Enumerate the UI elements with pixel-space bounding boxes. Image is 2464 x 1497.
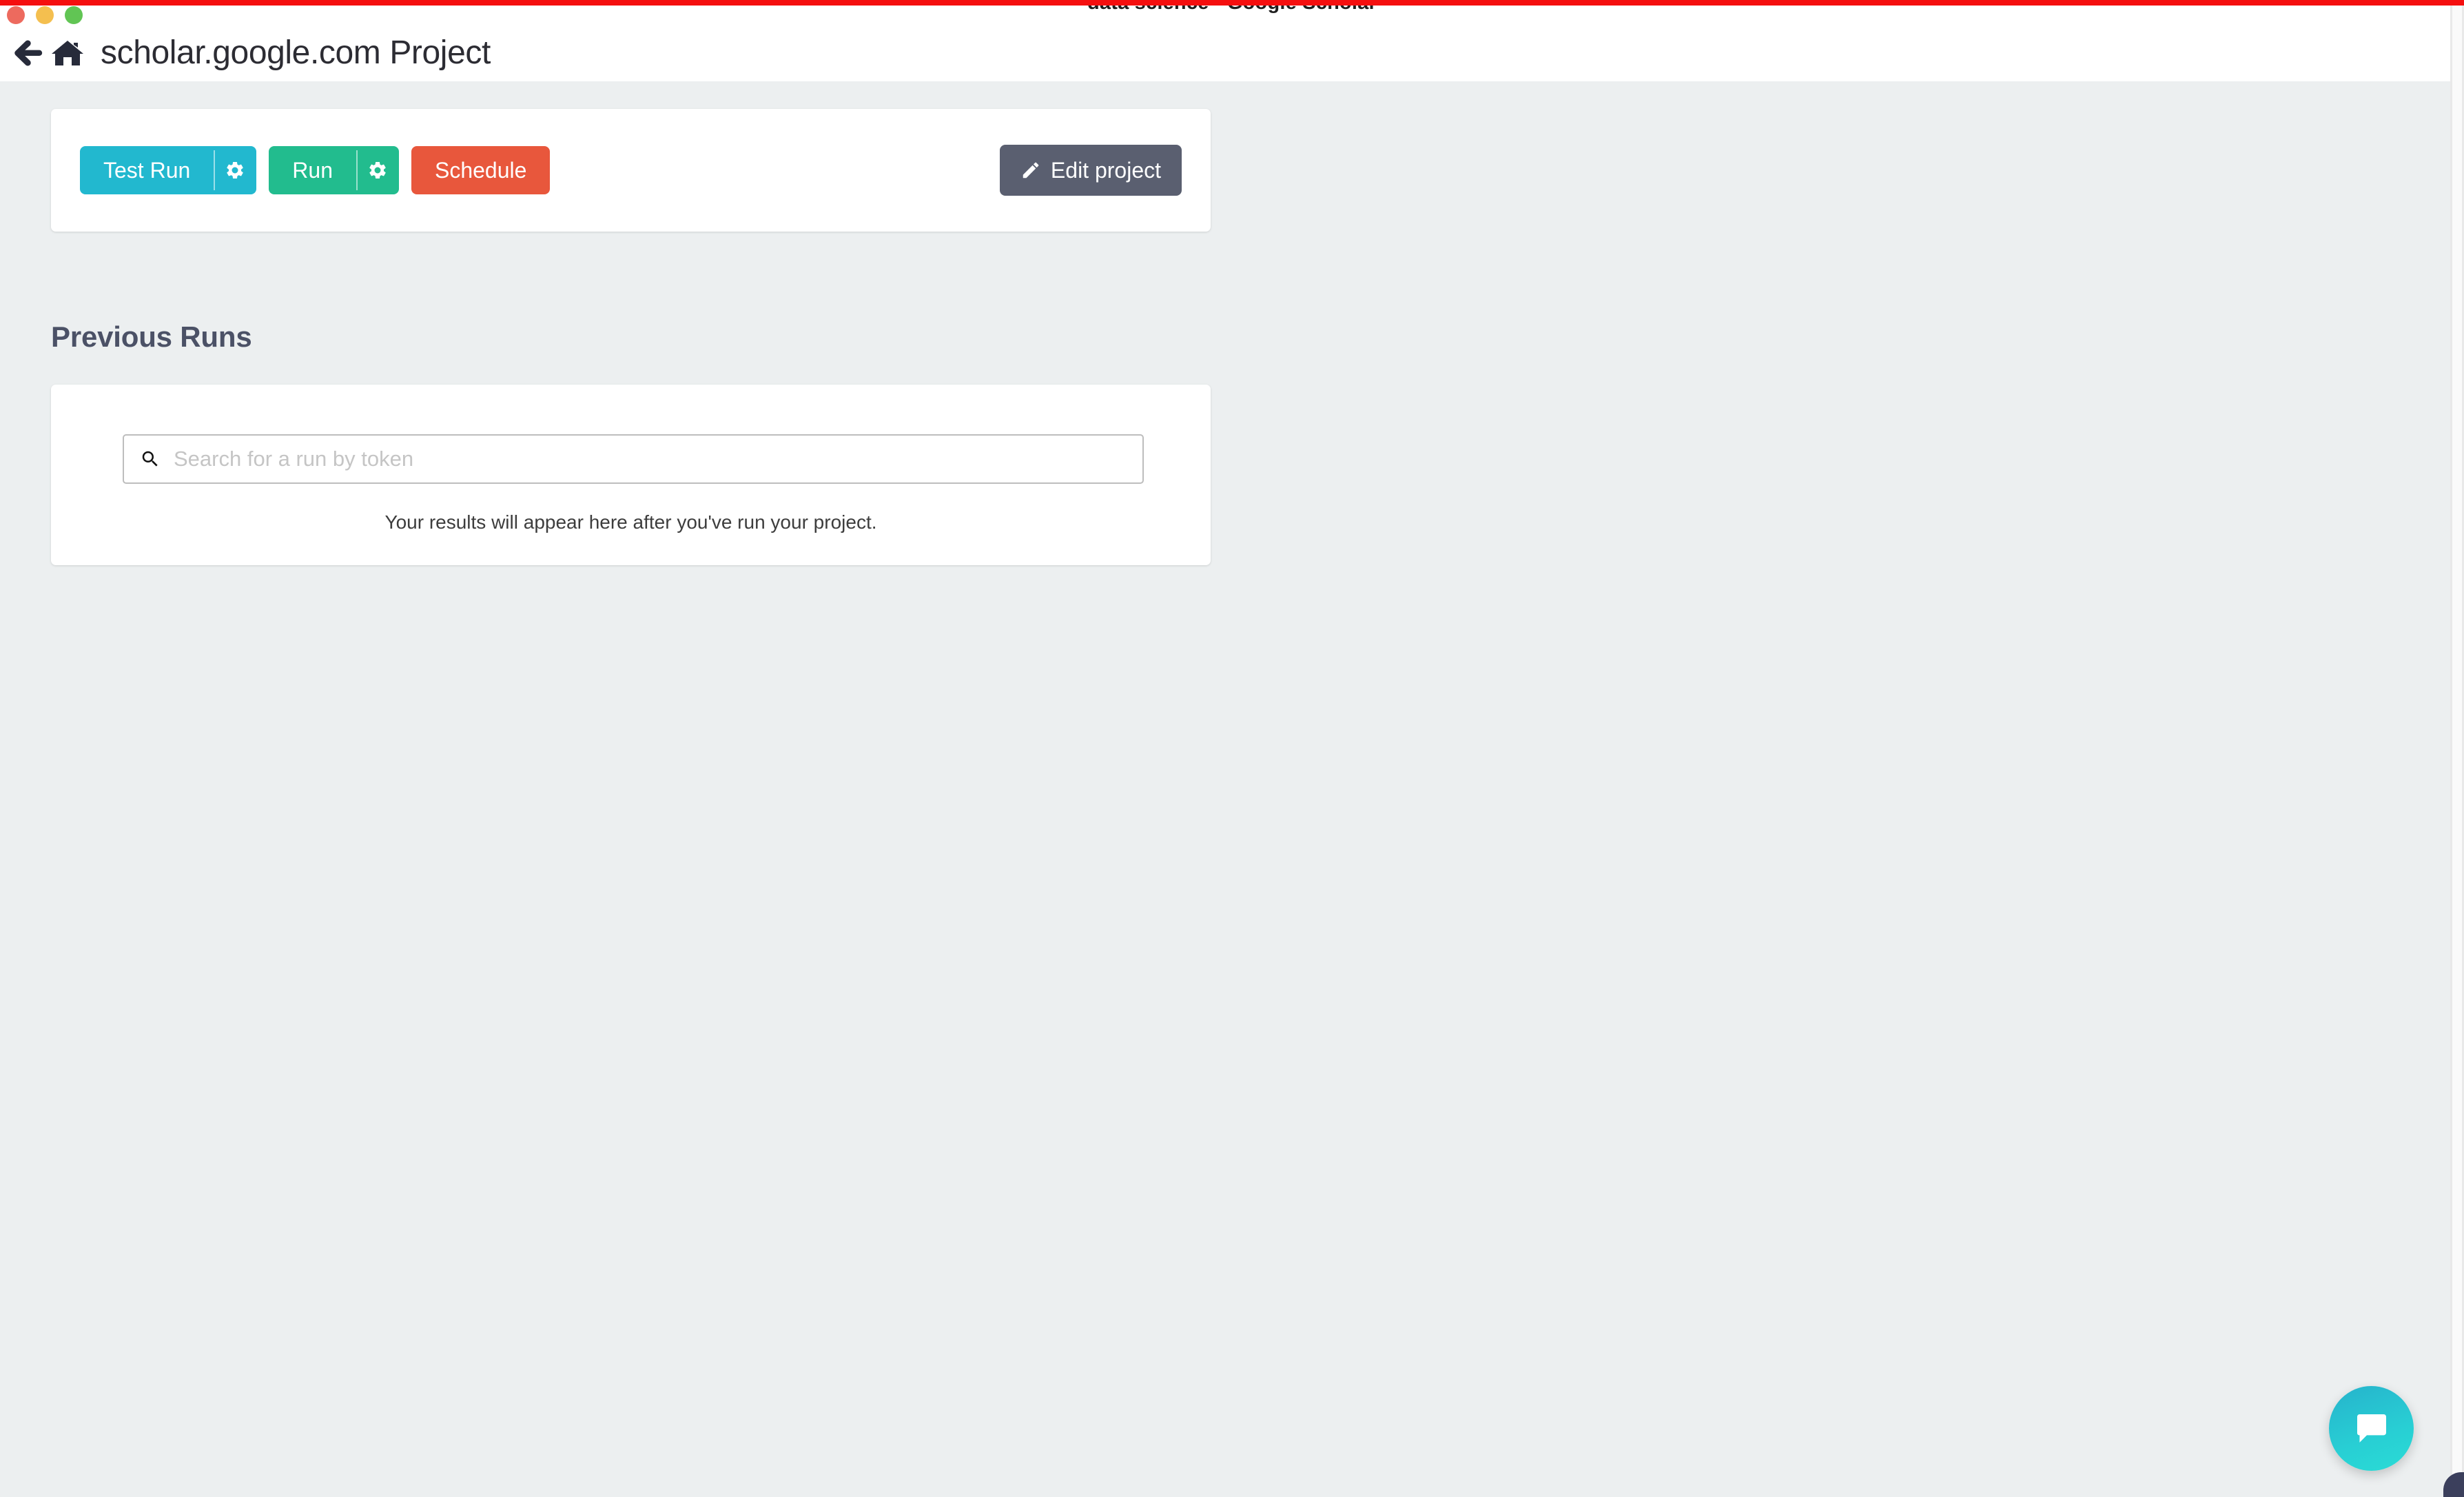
schedule-button[interactable]: Schedule [411,146,551,194]
chat-launcher-button[interactable] [2329,1386,2414,1471]
browser-window: data science - Google Scholar scholar.go… [0,0,2464,1497]
scrollbar-track[interactable] [2452,6,2462,1497]
empty-results-message: Your results will appear here after you'… [384,511,877,533]
app-navbar: scholar.google.com Project [0,25,2464,81]
run-button-group: Run [269,146,399,194]
home-icon[interactable] [50,35,85,71]
run-settings-gear-icon[interactable] [356,146,399,194]
back-arrow-icon[interactable] [10,35,45,71]
previous-runs-card: Your results will appear here after you'… [51,385,1211,565]
test-run-settings-gear-icon[interactable] [214,146,257,194]
project-actions-card: Test Run Run Schedule Edit project [51,109,1211,232]
edit-project-label: Edit project [1050,158,1161,183]
run-button[interactable]: Run [269,146,356,194]
vertical-scrollbar[interactable] [2450,6,2464,1497]
page-body: Test Run Run Schedule Edit project Previ… [0,81,2450,1497]
previous-runs-heading: Previous Runs [51,320,252,353]
chat-bubble-icon [2352,1409,2391,1448]
run-search-field[interactable] [123,434,1144,484]
search-icon [139,448,161,470]
search-input[interactable] [172,446,1127,472]
test-run-button[interactable]: Test Run [80,146,214,194]
pencil-icon [1020,160,1041,181]
edit-project-button[interactable]: Edit project [999,145,1182,196]
page-title: scholar.google.com Project [101,34,491,71]
top-accent-bar [0,0,2464,6]
test-run-button-group: Test Run [80,146,257,194]
